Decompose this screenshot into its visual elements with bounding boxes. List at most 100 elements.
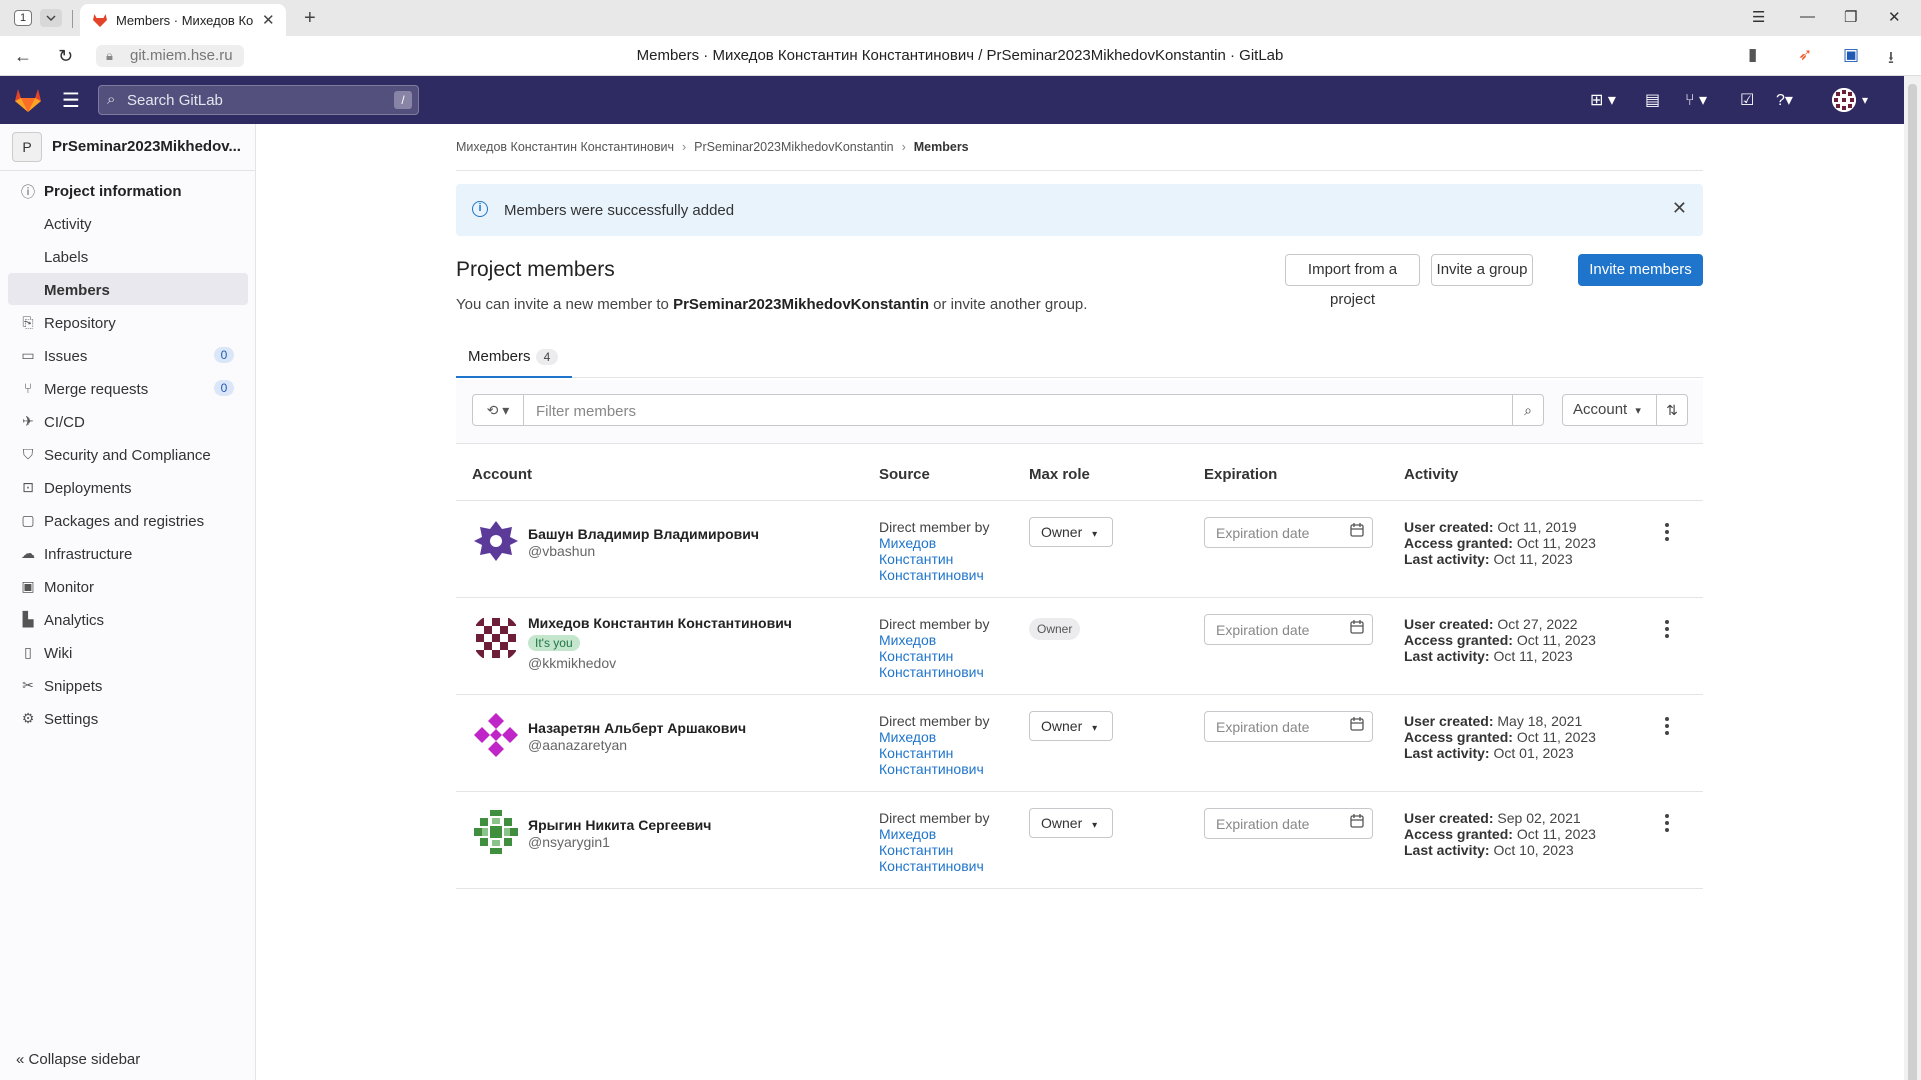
sidebar-item-project-information[interactable]: ⓘ Project information: [8, 174, 248, 206]
member-name[interactable]: Ярыгин Никита Сергеевич: [528, 817, 711, 833]
filter-members-input[interactable]: Filter members: [523, 394, 1513, 426]
source-link[interactable]: Константин: [879, 551, 989, 567]
source-link[interactable]: Константин: [879, 842, 989, 858]
expiration-date-input[interactable]: Expiration date: [1204, 711, 1373, 742]
source-link[interactable]: Константинович: [879, 761, 989, 777]
breadcrumb-owner[interactable]: Михедов Константин Константинович: [456, 140, 674, 154]
tab-members[interactable]: Members 4: [456, 334, 572, 378]
sidebar-item-security-and-compliance[interactable]: ⛉ Security and Compliance: [8, 438, 248, 470]
breadcrumb-project[interactable]: PrSeminar2023MikhedovKonstantin: [694, 140, 893, 154]
role-dropdown[interactable]: Owner ▾: [1029, 808, 1113, 838]
sidebar-item-deployments[interactable]: ⊡ Deployments: [8, 471, 248, 503]
user-avatar[interactable]: [1832, 88, 1856, 112]
sidebar-item-packages-and-registries[interactable]: ▢ Packages and registries: [8, 504, 248, 536]
sidebar-item-ci-cd[interactable]: ✈ CI/CD: [8, 405, 248, 437]
restore-icon[interactable]: ❐: [1844, 8, 1857, 26]
close-tab-icon[interactable]: ✕: [262, 11, 275, 29]
merge-requests-header-icon[interactable]: ⑂ ▾: [1685, 90, 1707, 110]
sidebar-item-snippets[interactable]: ✂ Snippets: [8, 669, 248, 701]
extension-swift-icon[interactable]: ➶: [1798, 45, 1812, 65]
menu-icon[interactable]: ☰: [1752, 8, 1765, 26]
source-link[interactable]: Константин: [879, 648, 989, 664]
source-link[interactable]: Михедов: [879, 729, 989, 745]
expiration-date-input[interactable]: Expiration date: [1204, 614, 1373, 645]
recent-searches-button[interactable]: ⟲ ▾: [472, 394, 524, 426]
extension-icon[interactable]: ▣: [1843, 45, 1859, 65]
minimize-icon[interactable]: —: [1800, 8, 1815, 25]
role-dropdown[interactable]: Owner ▾: [1029, 711, 1113, 741]
reload-icon[interactable]: ↻: [58, 46, 73, 67]
gitlab-logo-icon[interactable]: [14, 87, 42, 113]
bookmark-icon[interactable]: ▮: [1748, 45, 1757, 65]
sidebar-item-analytics[interactable]: ▙ Analytics: [8, 603, 248, 635]
user-menu-chevron-icon[interactable]: ▾: [1862, 93, 1868, 107]
source-link[interactable]: Константинович: [879, 664, 989, 680]
scrollbar-thumb[interactable]: [1908, 84, 1917, 1080]
sidebar-item-monitor[interactable]: ▣ Monitor: [8, 570, 248, 602]
member-name[interactable]: Михедов Константин Константинович: [528, 615, 792, 631]
help-icon[interactable]: ?▾: [1776, 90, 1793, 110]
sidebar-item-settings[interactable]: ⚙ Settings: [8, 702, 248, 734]
issues-header-icon[interactable]: ▤: [1645, 90, 1660, 110]
member-avatar[interactable]: [472, 711, 520, 759]
source-link[interactable]: Михедов: [879, 632, 989, 648]
import-from-project-button[interactable]: Import from a project: [1285, 254, 1420, 308]
source-link[interactable]: Константинович: [879, 858, 989, 874]
source-link[interactable]: Михедов: [879, 535, 989, 551]
role-dropdown[interactable]: Owner ▾: [1029, 517, 1113, 547]
new-tab-icon[interactable]: +: [304, 7, 316, 30]
address-bar: ← ↻ 🔒︎ git.miem.hse.ru Members · Михедов…: [0, 36, 1921, 76]
collapse-sidebar-button[interactable]: « Collapse sidebar: [16, 1051, 140, 1068]
page-scrollbar[interactable]: [1904, 76, 1921, 1080]
filter-search-button[interactable]: ⌕: [1512, 394, 1544, 426]
member-activity: User created: Oct 27, 2022 Access grante…: [1404, 616, 1596, 664]
tab-list-button[interactable]: [40, 9, 62, 27]
sidebar-item-activity[interactable]: Activity: [8, 207, 248, 239]
source-link[interactable]: Константинович: [879, 567, 989, 583]
tab-count-button[interactable]: 1: [14, 10, 32, 26]
invite-members-button[interactable]: Invite members: [1578, 254, 1703, 286]
back-icon[interactable]: ←: [14, 46, 32, 67]
member-name[interactable]: Башун Владимир Владимирович: [528, 526, 759, 542]
its-you-badge: It's you: [528, 635, 580, 651]
chevron-down-icon: ▾: [1092, 529, 1098, 540]
close-alert-icon[interactable]: ✕: [1672, 198, 1687, 219]
sort-direction-button[interactable]: ⇅: [1656, 394, 1688, 426]
sidebar-item-members[interactable]: Members: [8, 273, 248, 305]
more-actions-icon[interactable]: [1665, 620, 1669, 638]
sidebar-item-infrastructure[interactable]: ☁ Infrastructure: [8, 537, 248, 569]
more-actions-icon[interactable]: [1665, 717, 1669, 735]
expiration-date-input[interactable]: Expiration date: [1204, 808, 1373, 839]
invite-group-button[interactable]: Invite a group: [1431, 254, 1533, 286]
sidebar-item-merge-requests[interactable]: ⑂ Merge requests 0: [8, 372, 248, 404]
page-title: Project members: [456, 258, 615, 281]
member-avatar[interactable]: [472, 517, 520, 565]
hamburger-menu-icon[interactable]: ☰: [62, 88, 80, 113]
download-icon[interactable]: ⭳: [1888, 45, 1894, 74]
chart-icon: ▙: [22, 611, 34, 627]
todo-icon[interactable]: ☑: [1740, 90, 1754, 110]
browser-tab[interactable]: Members · Михедов Ко ✕: [80, 4, 286, 36]
sort-dropdown[interactable]: Account ▾: [1562, 394, 1657, 426]
member-activity: User created: May 18, 2021 Access grante…: [1404, 713, 1596, 761]
column-header-account[interactable]: Account: [472, 466, 532, 483]
more-actions-icon[interactable]: [1665, 523, 1669, 541]
url-field[interactable]: 🔒︎ git.miem.hse.ru: [96, 45, 244, 67]
source-link[interactable]: Константин: [879, 745, 989, 761]
sidebar-item-repository[interactable]: ⎘ Repository: [8, 306, 248, 338]
source-link[interactable]: Михедов: [879, 826, 989, 842]
member-name[interactable]: Назаретян Альберт Аршакович: [528, 720, 746, 736]
sidebar-item-issues[interactable]: ▭ Issues 0: [8, 339, 248, 371]
sidebar-item-labels[interactable]: Labels: [8, 240, 248, 272]
expiration-date-input[interactable]: Expiration date: [1204, 517, 1373, 548]
breadcrumb-current[interactable]: Members: [914, 140, 969, 154]
project-context[interactable]: P PrSeminar2023Mikhedov...: [10, 130, 246, 162]
create-new-icon[interactable]: ⊞ ▾: [1590, 90, 1616, 110]
close-window-icon[interactable]: ✕: [1888, 8, 1901, 26]
member-avatar[interactable]: [472, 808, 520, 856]
more-actions-icon[interactable]: [1665, 814, 1669, 832]
search-input[interactable]: ⌕ Search GitLab /: [98, 85, 419, 115]
sidebar-item-wiki[interactable]: ▯ Wiki: [8, 636, 248, 668]
member-avatar[interactable]: [472, 614, 520, 662]
member-source: Direct member by Михедов Константин Конс…: [879, 519, 989, 583]
